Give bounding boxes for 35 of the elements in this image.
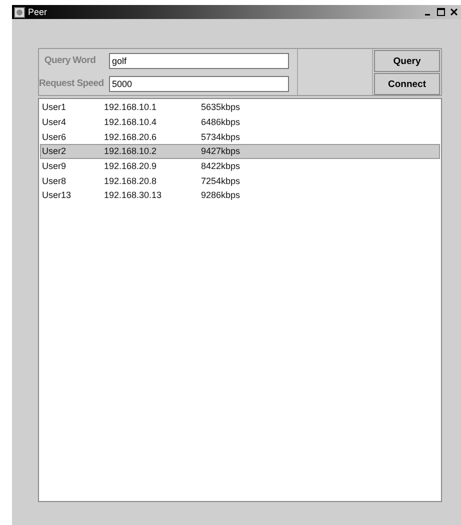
connect-button[interactable]: Connect: [374, 73, 440, 95]
list-cell-text: 192.168.20.6: [104, 132, 158, 142]
list-row[interactable]: User4 192.168.10.4 6486kbps: [40, 114, 440, 130]
list-cell: 6486kbps: [201, 117, 240, 128]
list-cell-text: User4: [41, 117, 68, 128]
field-label: Request Speed: [39, 78, 105, 89]
input-field[interactable]: 5000: [109, 76, 289, 92]
list-row[interactable]: User8 192.168.20.8 7254kbps: [40, 173, 440, 188]
list-cell: 5635kbps: [201, 102, 240, 112]
list-cell: 8422kbps: [201, 161, 240, 172]
list-cell-text: User1: [41, 102, 68, 112]
input-field[interactable]: golf: [109, 52, 289, 68]
list-cell-text: User13: [41, 190, 72, 200]
list-cell-text: User9: [41, 161, 68, 172]
window-title: Peer: [28, 7, 48, 17]
query-button[interactable]: Query: [374, 50, 440, 72]
list-cell: 9286kbps: [201, 190, 240, 200]
list-cell-text: User6: [41, 132, 68, 142]
list-cell: 9427kbps: [201, 146, 240, 156]
list-cell-text: User8: [41, 176, 68, 186]
list-row[interactable]: User9 192.168.20.9 8422kbps: [40, 158, 440, 174]
list-cell-text: 192.168.30.13: [104, 190, 163, 200]
field-label: Query Word: [43, 55, 97, 66]
list-row[interactable]: User6 192.168.20.6 5734kbps: [40, 129, 440, 144]
list-cell-text: 192.168.20.9: [104, 161, 158, 172]
list-cell: 7254kbps: [201, 176, 240, 186]
list-row[interactable]: User13 192.168.30.13 9286kbps: [40, 188, 440, 203]
list-cell-text: 192.168.10.1: [104, 102, 158, 112]
list-cell-text: User2: [41, 146, 68, 156]
list-row[interactable]: User1 192.168.10.1 5635kbps: [40, 100, 440, 115]
list-cell: 5734kbps: [201, 132, 240, 142]
list-cell-text: 192.168.20.8: [104, 176, 158, 186]
list-cell-text: 192.168.10.2: [104, 146, 158, 156]
list-row[interactable]: User2 192.168.10.2 9427kbps: [40, 144, 440, 159]
list-cell-text: 192.168.10.4: [104, 117, 158, 128]
